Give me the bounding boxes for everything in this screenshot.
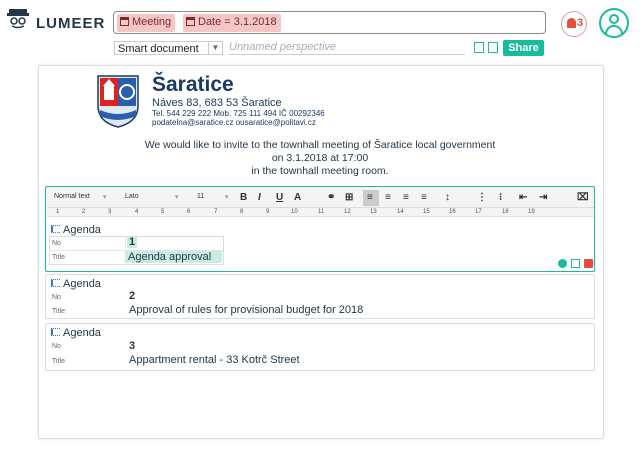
align-center-icon[interactable]: ≡	[385, 192, 391, 203]
font-size-select[interactable]: 11	[197, 193, 204, 200]
search-chip-filter[interactable]: Date = 3.1.2018	[183, 14, 281, 32]
bell-icon	[567, 18, 576, 28]
town-crest-image	[97, 75, 139, 128]
italic-icon[interactable]: I	[258, 192, 261, 203]
record-heading: Agenda	[51, 224, 101, 236]
add-record-icon[interactable]	[558, 259, 567, 268]
align-right-icon[interactable]: ≡	[403, 192, 409, 203]
brand-name[interactable]: LUMEER	[36, 15, 105, 32]
invitation-line-2: on 3.1.2018 at 17:00	[271, 152, 369, 164]
chevron-down-icon[interactable]: ▼	[208, 42, 222, 54]
calendar-icon	[120, 17, 129, 26]
search-box[interactable]: Meeting Date = 3.1.2018	[113, 11, 546, 34]
link-icon[interactable]: ⚭	[327, 192, 335, 203]
clear-format-icon[interactable]: ⌧	[577, 192, 589, 203]
copy-icon[interactable]	[488, 42, 498, 53]
bold-icon[interactable]: B	[240, 192, 247, 203]
top-bar: LUMEER Meeting Date = 3.1.2018 3	[0, 0, 640, 38]
town-name: Šaratice	[152, 73, 234, 96]
field-label-title: Title	[52, 358, 65, 365]
notifications-button[interactable]: 3	[561, 11, 587, 37]
list-icon	[51, 328, 60, 336]
town-emails: podatelna@saratice.cz ousaratice@politav…	[152, 118, 316, 127]
invitation-line-1: We would like to invite to the townhall …	[144, 139, 496, 151]
editor-toolbar: Normal text ▾ Lato ▾ 11 ▾ B I U A ⚭ ⊞ ≡ …	[47, 188, 594, 208]
notification-count: 3	[577, 17, 584, 29]
field-label-no: No	[52, 294, 61, 301]
save-icon[interactable]	[474, 42, 484, 53]
town-contact: Tel. 544 229 222 Mob. 725 111 494 IČ 002…	[152, 109, 325, 118]
invitation-line-3: in the townhall meeting room.	[251, 165, 389, 177]
user-body-icon	[605, 25, 623, 34]
chevron-down-icon[interactable]: ▾	[175, 193, 179, 201]
field-label-title: Title	[52, 254, 65, 261]
insert-icon[interactable]: ⊞	[345, 192, 353, 203]
field-label-title: Title	[52, 308, 65, 315]
line-height-icon[interactable]: ↕	[445, 192, 450, 203]
chevron-down-icon[interactable]: ▾	[103, 193, 107, 201]
field-value-title[interactable]: Approval of rules for provisional budget…	[129, 304, 363, 316]
perspective-name-input[interactable]: Unnamed perspective	[229, 40, 465, 55]
view-type-select[interactable]: Smart document ▼	[114, 41, 223, 55]
underline-icon[interactable]: U	[276, 192, 283, 203]
align-left-icon[interactable]: ≡	[367, 192, 373, 203]
calendar-icon	[186, 17, 195, 26]
font-select[interactable]: Lato	[125, 193, 139, 200]
text-style-select[interactable]: Normal text	[54, 193, 90, 200]
editor-ruler[interactable]: 1 2 3 4 5 6 7 8 9 10 11 12 13 14 15 16 1…	[47, 208, 594, 217]
lumeer-logo-icon[interactable]	[6, 9, 30, 29]
user-avatar[interactable]	[599, 8, 629, 38]
delete-icon[interactable]	[584, 259, 593, 268]
ordered-list-icon[interactable]: ⋮	[477, 192, 487, 203]
town-address: Náves 83, 683 53 Šaratice	[152, 97, 282, 109]
record-heading: Agenda	[51, 327, 101, 339]
field-value-title[interactable]: Appartment rental - 33 Kotrč Street	[129, 354, 300, 366]
record-card[interactable]	[45, 323, 595, 371]
user-head-icon	[609, 14, 619, 24]
record-heading: Agenda	[51, 278, 101, 290]
list-icon	[51, 225, 60, 233]
bullet-list-icon[interactable]: ⁝	[499, 192, 502, 203]
table-icon[interactable]	[571, 259, 580, 268]
field-label-no: No	[52, 343, 61, 350]
field-label-no: No	[52, 240, 61, 247]
field-value-no[interactable]: 1	[127, 236, 138, 248]
search-chip-collection[interactable]: Meeting	[117, 14, 176, 32]
chevron-down-icon[interactable]: ▾	[225, 193, 229, 201]
list-icon	[51, 279, 60, 287]
text-color-icon[interactable]: A	[294, 192, 301, 203]
field-value-no[interactable]: 2	[129, 290, 135, 302]
field-value-title[interactable]: Agenda approval	[126, 251, 222, 263]
align-justify-icon[interactable]: ≡	[421, 192, 427, 203]
indent-increase-icon[interactable]: ⇥	[539, 192, 547, 203]
share-button[interactable]: Share	[503, 40, 544, 56]
indent-decrease-icon[interactable]: ⇤	[519, 192, 527, 203]
field-value-no[interactable]: 3	[129, 340, 135, 352]
